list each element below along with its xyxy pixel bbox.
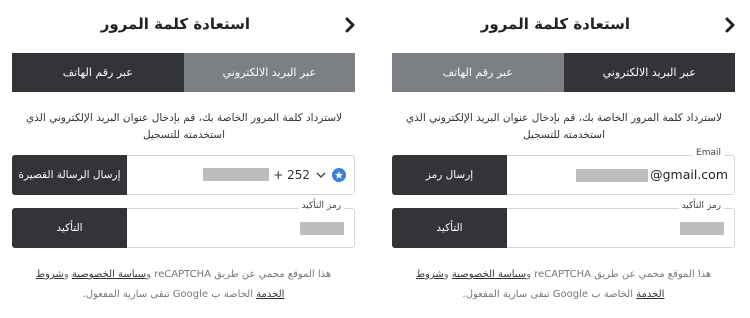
instructions-text: لاسترداد كلمة المرور الخاصة بك، قم بإدخا… bbox=[405, 112, 723, 141]
method-tabs: عبر رقم الهاتف عبر البريد الالكتروني bbox=[12, 53, 355, 92]
page-title: استعادة كلمة المرور bbox=[480, 15, 630, 33]
recaptcha-notice: هذا الموقع محمي عن طريق reCAPTCHA وسياسة… bbox=[12, 265, 355, 305]
email-recovery-panel: استعادة كلمة المرور عبر رقم الهاتف عبر ا… bbox=[380, 0, 740, 318]
confirmation-code-field[interactable]: التأكيد رمز التأكيد bbox=[392, 201, 735, 248]
tab-phone[interactable]: عبر رقم الهاتف bbox=[392, 53, 564, 92]
confirmation-code-label: رمز التأكيد bbox=[678, 201, 724, 211]
chevron-right-icon[interactable] bbox=[342, 16, 358, 34]
country-code-selector[interactable]: + 252 bbox=[273, 168, 346, 182]
confirm-button[interactable]: التأكيد bbox=[12, 208, 127, 248]
tab-phone[interactable]: عبر رقم الهاتف bbox=[12, 53, 184, 92]
and-text: و bbox=[63, 269, 72, 280]
email-domain: @gmail.com bbox=[650, 167, 728, 182]
and-text: و bbox=[443, 269, 452, 280]
tab-email[interactable]: عبر البريد الالكتروني bbox=[183, 53, 355, 92]
phone-field[interactable]: إرسال الرسالة القصيرة + 252 bbox=[12, 155, 355, 195]
recaptcha-notice: هذا الموقع محمي عن طريق reCAPTCHA وسياسة… bbox=[392, 265, 735, 305]
redacted-phone-number bbox=[203, 168, 269, 181]
google-text: الخاصة ب Google تبقى سارية المفعول. bbox=[462, 289, 637, 300]
instructions-text: لاسترداد كلمة المرور الخاصة بك، قم بإدخا… bbox=[25, 112, 343, 141]
privacy-policy-link[interactable]: سياسة الخصوصية bbox=[452, 269, 526, 280]
recaptcha-text: هذا الموقع محمي عن طريق reCAPTCHA و bbox=[526, 269, 712, 280]
recaptcha-text: هذا الموقع محمي عن طريق reCAPTCHA و bbox=[146, 269, 332, 280]
header: استعادة كلمة المرور bbox=[0, 14, 360, 38]
terms-link[interactable]: شروط bbox=[416, 269, 444, 280]
header: استعادة كلمة المرور bbox=[380, 14, 740, 38]
email-label: Email bbox=[693, 148, 724, 158]
terms-link[interactable]: شروط bbox=[36, 269, 64, 280]
redacted-code bbox=[300, 222, 344, 235]
country-flag-icon bbox=[332, 168, 346, 182]
redacted-email-user bbox=[576, 169, 648, 182]
service-link[interactable]: الخدمة bbox=[636, 289, 664, 300]
service-link[interactable]: الخدمة bbox=[256, 289, 284, 300]
send-sms-button[interactable]: إرسال الرسالة القصيرة bbox=[12, 155, 127, 195]
country-code: + 252 bbox=[273, 168, 310, 182]
confirmation-code-field[interactable]: التأكيد رمز التأكيد bbox=[12, 201, 355, 248]
email-field[interactable]: إرسال رمز Email @gmail.com bbox=[392, 148, 735, 195]
send-code-button[interactable]: إرسال رمز bbox=[392, 155, 507, 195]
google-text: الخاصة ب Google تبقى سارية المفعول. bbox=[82, 289, 257, 300]
method-tabs: عبر رقم الهاتف عبر البريد الالكتروني bbox=[392, 53, 735, 92]
chevron-down-icon bbox=[316, 172, 326, 178]
chevron-right-icon[interactable] bbox=[722, 16, 738, 34]
redacted-code bbox=[680, 222, 724, 235]
tab-email[interactable]: عبر البريد الالكتروني bbox=[563, 53, 735, 92]
confirm-button[interactable]: التأكيد bbox=[392, 208, 507, 248]
page-title: استعادة كلمة المرور bbox=[100, 15, 250, 33]
phone-recovery-panel: استعادة كلمة المرور عبر رقم الهاتف عبر ا… bbox=[0, 0, 360, 318]
confirmation-code-label: رمز التأكيد bbox=[298, 201, 344, 211]
privacy-policy-link[interactable]: سياسة الخصوصية bbox=[72, 269, 146, 280]
